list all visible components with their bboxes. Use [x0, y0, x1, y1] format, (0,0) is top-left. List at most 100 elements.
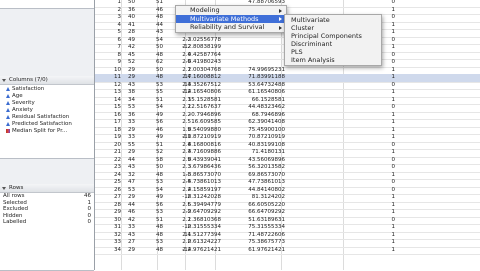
cell[interactable]: 29 — [117, 247, 135, 255]
cell[interactable]: -6.41980243 — [165, 59, 221, 67]
cell[interactable]: 1 — [385, 74, 396, 82]
cell[interactable]: -12.80838199 — [165, 44, 221, 52]
cell[interactable]: 0 — [385, 37, 396, 45]
cell[interactable]: 52 — [145, 149, 163, 157]
cell[interactable]: 11.51277394 — [165, 232, 221, 240]
cell[interactable]: 68.7946896 — [231, 112, 285, 120]
cell[interactable]: 1 — [385, 202, 396, 210]
cell[interactable]: 44.84140802 — [231, 187, 285, 195]
cell[interactable]: 43 — [117, 232, 135, 240]
cell[interactable]: 1 — [385, 194, 396, 202]
cell[interactable]: 49 — [117, 37, 135, 45]
cell[interactable]: 38 — [117, 89, 135, 97]
cell[interactable]: 46 — [145, 127, 163, 135]
cell[interactable]: 66.64709292 — [231, 209, 285, 217]
cell[interactable]: 1 — [385, 239, 396, 247]
cell[interactable]: 50 — [145, 164, 163, 172]
cell[interactable]: 61.16540806 — [231, 89, 285, 97]
cell[interactable]: 50 — [145, 44, 163, 52]
cell[interactable]: 43 — [145, 29, 163, 37]
cell[interactable]: 81.3124202 — [231, 194, 285, 202]
cell[interactable]: 53 — [145, 82, 163, 90]
cell[interactable]: 1 — [385, 22, 396, 30]
columns-panel-header[interactable]: Columns (7/0) — [0, 76, 94, 85]
cell[interactable]: 40.83199108 — [231, 142, 285, 150]
cell[interactable]: -4.73861013 — [165, 179, 221, 187]
cell[interactable]: 54 — [145, 104, 163, 112]
cell[interactable]: 1 — [385, 112, 396, 120]
column-item[interactable]: Residual Satisfaction — [0, 113, 94, 120]
cell[interactable]: 1 — [385, 224, 396, 232]
cell[interactable]: 0 — [385, 52, 396, 60]
cell[interactable]: 1 — [385, 44, 396, 52]
cell[interactable]: 1 — [385, 127, 396, 135]
cell[interactable]: 75.45900100 — [231, 127, 285, 135]
cell[interactable]: 29 — [117, 67, 135, 75]
cell[interactable]: 34 — [117, 97, 135, 105]
multivariate-submenu[interactable]: Multivariate Cluster Principal Components D… — [284, 14, 382, 66]
table-row[interactable]: 34 29 48 2.2 -14.97621421 61.97621421 1 — [95, 247, 480, 255]
submenu-item[interactable]: PLS — [285, 48, 381, 56]
cell[interactable]: 28 — [117, 29, 135, 37]
cell[interactable]: 75.38675773 — [231, 239, 285, 247]
cell[interactable]: 5.39494779 — [165, 202, 221, 210]
submenu-item[interactable]: Multivariate — [285, 16, 381, 24]
cell[interactable]: 0 — [385, 59, 396, 67]
cell[interactable]: 49 — [145, 112, 163, 120]
cell[interactable]: 33 — [117, 224, 135, 232]
cell[interactable]: 71.4180131 — [231, 149, 285, 157]
cell[interactable]: -9.64709292 — [165, 209, 221, 217]
cell[interactable]: 40 — [117, 14, 135, 22]
cell[interactable]: 48 — [145, 14, 163, 22]
cell[interactable]: 8.54099880 — [165, 127, 221, 135]
submenu-item[interactable]: Discriminant — [285, 40, 381, 48]
cell[interactable]: 53 — [117, 187, 135, 195]
cell[interactable]: 42 — [117, 44, 135, 52]
cell[interactable]: 62 — [145, 59, 163, 67]
cell[interactable]: 0 — [385, 14, 396, 22]
cell[interactable]: 4.71609886 — [165, 149, 221, 157]
cell[interactable]: 1 — [385, 97, 396, 105]
cell[interactable]: 0 — [385, 157, 396, 165]
cell[interactable]: 51.63189631 — [231, 217, 285, 225]
cell[interactable]: 1.36810368 — [165, 217, 221, 225]
cell[interactable]: 69.86573070 — [231, 172, 285, 180]
cell[interactable]: 29 — [117, 127, 135, 135]
cell[interactable]: 58 — [145, 157, 163, 165]
cell[interactable]: 75.31555334 — [231, 224, 285, 232]
cell[interactable]: 4.15859197 — [165, 187, 221, 195]
disclosure-triangle-icon[interactable] — [2, 78, 6, 82]
cell[interactable]: 48 — [145, 172, 163, 180]
menu-item[interactable]: Modeling — [176, 6, 286, 15]
cell[interactable]: -10.31555334 — [165, 224, 221, 232]
cell[interactable]: 27 — [117, 239, 135, 247]
cell[interactable]: 1 — [385, 89, 396, 97]
cell[interactable]: 47 — [117, 179, 135, 187]
cell[interactable]: 32 — [117, 172, 135, 180]
cell[interactable]: 3.67986436 — [165, 164, 221, 172]
cell[interactable]: 49 — [145, 194, 163, 202]
cell[interactable]: 55 — [145, 89, 163, 97]
cell[interactable]: 62.39041408 — [231, 119, 285, 127]
cell[interactable]: 54 — [145, 187, 163, 195]
cell[interactable]: 70.87210919 — [231, 134, 285, 142]
cell[interactable]: 53 — [145, 209, 163, 217]
cell[interactable]: 0 — [385, 164, 396, 172]
cell[interactable]: 29 — [117, 149, 135, 157]
cell[interactable]: 8.16800816 — [165, 142, 221, 150]
cell[interactable]: -0.7946896 — [165, 112, 221, 120]
cell[interactable]: 48 — [145, 74, 163, 82]
cell[interactable]: 33 — [117, 134, 135, 142]
cell[interactable]: 55 — [117, 142, 135, 150]
column-item[interactable]: Severity — [0, 99, 94, 106]
cell[interactable]: 43 — [117, 164, 135, 172]
cell[interactable]: 53 — [117, 104, 135, 112]
cell[interactable]: 2.00304768 — [165, 67, 221, 75]
cell[interactable] — [231, 37, 285, 45]
cell[interactable]: 1 — [385, 7, 396, 15]
cell[interactable]: 44 — [145, 22, 163, 30]
cell[interactable]: 53 — [145, 239, 163, 247]
column-item[interactable]: Anxiety — [0, 106, 94, 113]
cell[interactable]: 71.83991188 — [231, 74, 285, 82]
cell[interactable] — [231, 52, 285, 60]
